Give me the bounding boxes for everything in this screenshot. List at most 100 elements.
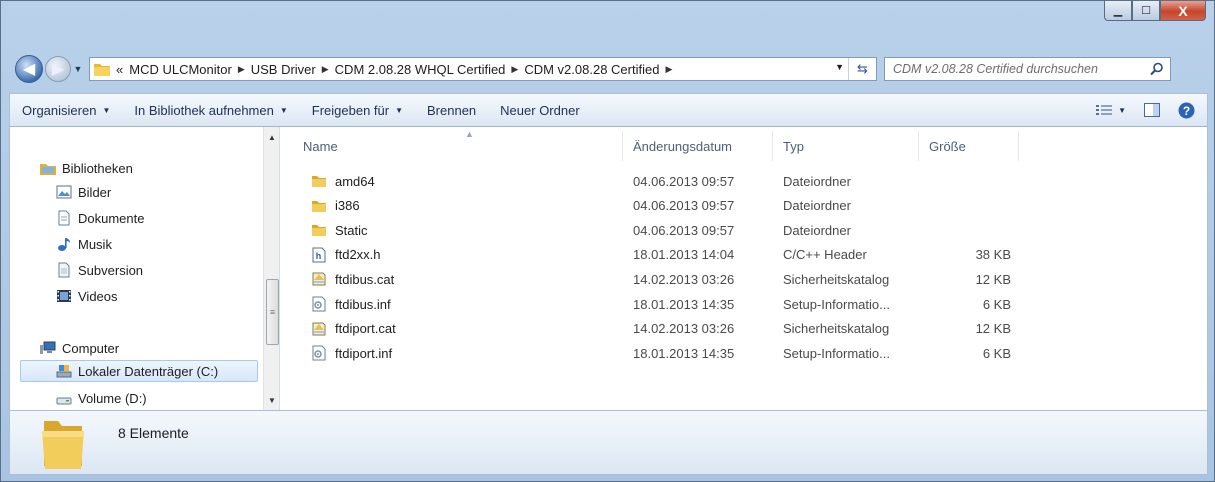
search-icon[interactable] — [1150, 62, 1164, 76]
file-size — [929, 218, 1011, 242]
file-size — [929, 169, 1011, 193]
nav-scrollbar[interactable]: ▲ ≡ ▼ — [263, 127, 279, 410]
close-button[interactable]: X — [1160, 1, 1206, 21]
folder-icon — [311, 198, 327, 214]
file-name-cell: h ftd2xx.h — [311, 243, 381, 267]
breadcrumb-separator-icon[interactable]: ▶ — [511, 64, 518, 75]
recent-pages-dropdown[interactable]: ▼ — [71, 59, 85, 79]
column-header-type[interactable]: Typ — [773, 131, 919, 161]
file-name: ftdiport.cat — [335, 321, 396, 337]
column-label: Typ — [783, 138, 804, 154]
nav-item-computer[interactable]: Computer — [40, 337, 119, 359]
nav-item-videos[interactable]: Videos — [56, 285, 118, 307]
file-list-pane: Name ▲ Änderungsdatum Typ Größe amd64 04.… — [281, 127, 1207, 410]
file-date: 14.02.2013 03:26 — [633, 321, 735, 337]
music-icon — [58, 238, 70, 251]
file-date: 18.01.2013 14:35 — [633, 345, 735, 361]
nav-item-drive-d[interactable]: Volume (D:) — [56, 387, 147, 409]
organize-menu-button[interactable]: Organisieren ▼ — [10, 94, 122, 126]
nav-label: Bilder — [78, 184, 112, 200]
preview-pane-button[interactable] — [1134, 94, 1170, 126]
breadcrumb-separator-icon[interactable]: ▶ — [322, 64, 329, 75]
file-row[interactable]: ftdibus.inf 18.01.2013 14:35 Setup-Informa… — [301, 292, 1021, 316]
nav-item-drive-c[interactable]: Lokaler Datenträger (C:) — [20, 360, 258, 382]
breadcrumb-separator-icon[interactable]: ▶ — [665, 64, 672, 75]
column-header-date[interactable]: Änderungsdatum — [623, 131, 773, 161]
svg-text:?: ? — [1183, 104, 1190, 118]
scroll-down-icon[interactable]: ▼ — [264, 392, 279, 408]
refresh-button[interactable]: ⇆ — [848, 58, 876, 80]
file-name: ftdibus.cat — [335, 271, 395, 287]
folder-icon — [42, 421, 84, 469]
file-date: 14.02.2013 03:26 — [633, 271, 735, 287]
scroll-up-icon[interactable]: ▲ — [264, 129, 279, 145]
share-menu-button[interactable]: Freigeben für ▼ — [300, 94, 415, 126]
nav-item-libraries[interactable]: Bibliotheken — [40, 157, 133, 179]
file-type: C/C++ Header — [783, 247, 867, 263]
close-icon: X — [1178, 2, 1188, 19]
breadcrumb-item[interactable]: USB Driver — [251, 62, 316, 77]
nav-item-dokumente[interactable]: Dokumente — [56, 207, 144, 229]
scrollbar-thumb[interactable]: ≡ — [266, 279, 279, 345]
chevron-down-icon: ▼ — [1118, 105, 1126, 115]
minimize-button[interactable]: ▁ — [1104, 1, 1132, 21]
nav-label: Computer — [62, 340, 120, 356]
breadcrumb-separator-icon[interactable]: ▶ — [238, 64, 245, 75]
include-library-menu-button[interactable]: In Bibliothek aufnehmen ▼ — [122, 94, 299, 126]
maximize-button[interactable]: ☐ — [1132, 1, 1160, 21]
breadcrumb-item[interactable]: MCD ULCMonitor — [129, 62, 232, 77]
back-arrow-icon: ◀ — [22, 61, 36, 78]
nav-item-bilder[interactable]: Bilder — [56, 181, 111, 203]
title-bar: ▁ ☐ X — [1, 1, 1214, 45]
file-row[interactable]: ftdibus.cat 14.02.2013 03:26 Sicherheitska… — [301, 267, 1021, 291]
preview-pane-icon — [1144, 103, 1160, 117]
file-row[interactable]: Static 04.06.2013 09:57 Dateiordner — [301, 218, 1021, 242]
header-file-icon: h — [311, 247, 327, 263]
address-history-dropdown-icon[interactable]: ▼ — [835, 62, 844, 72]
back-button[interactable]: ◀ — [15, 55, 43, 83]
view-controls: ▼ ? — [1088, 94, 1207, 126]
breadcrumb-overflow[interactable]: « — [116, 62, 123, 77]
file-size — [929, 194, 1011, 218]
file-row[interactable]: i386 04.06.2013 09:57 Dateiordner — [301, 194, 1021, 218]
videos-icon — [57, 290, 71, 302]
file-date: 18.01.2013 14:04 — [633, 247, 735, 263]
new-folder-button[interactable]: Neuer Ordner — [488, 94, 591, 126]
chevron-down-icon: ▼ — [73, 64, 83, 74]
system-drive-icon — [56, 365, 72, 378]
file-type: Sicherheitskatalog — [783, 321, 890, 337]
column-header-name[interactable]: Name ▲ — [293, 129, 623, 161]
help-button[interactable]: ? — [1170, 94, 1207, 126]
file-row[interactable]: h ftd2xx.h 18.01.2013 14:04 C/C++ Header 38 … — [301, 243, 1021, 267]
file-row[interactable]: ftdiport.cat 14.02.2013 03:26 Sicherheitsk… — [301, 317, 1021, 341]
file-type: Setup-Informatio... — [783, 296, 890, 312]
computer-icon — [40, 341, 56, 354]
breadcrumb-item[interactable]: CDM v2.08.28 Certified — [524, 62, 659, 77]
file-row[interactable]: amd64 04.06.2013 09:57 Dateiordner — [301, 169, 1021, 193]
address-bar[interactable]: « MCD ULCMonitor ▶ USB Driver ▶ CDM 2.08… — [89, 57, 877, 81]
new-folder-label: Neuer Ordner — [500, 102, 580, 118]
change-view-button[interactable]: ▼ — [1088, 94, 1134, 126]
column-label: Änderungsdatum — [633, 138, 733, 154]
file-type: Setup-Informatio... — [783, 345, 890, 361]
file-name: amd64 — [335, 173, 375, 189]
file-row[interactable]: ftdiport.inf 18.01.2013 14:35 Setup-Inform… — [301, 341, 1021, 365]
file-name-cell: ftdibus.inf — [311, 292, 391, 316]
nav-label: Lokaler Datenträger (C:) — [78, 363, 219, 379]
organize-label: Organisieren — [22, 102, 97, 118]
burn-button[interactable]: Brennen — [415, 94, 488, 126]
column-header-size[interactable]: Größe — [919, 131, 1019, 161]
nav-item-musik[interactable]: Musik — [56, 233, 112, 255]
file-type: Dateiordner — [783, 198, 851, 214]
column-label: Name — [303, 138, 338, 154]
maximize-icon: ☐ — [1141, 5, 1151, 17]
breadcrumb-item[interactable]: CDM 2.08.28 WHQL Certified — [335, 62, 506, 77]
search-input[interactable]: CDM v2.08.28 Certified durchsuchen — [884, 57, 1171, 81]
file-name-cell: i386 — [311, 194, 360, 218]
nav-label: Dokumente — [78, 210, 145, 226]
forward-button[interactable]: ▶ — [45, 56, 71, 82]
content-area: Bibliotheken Bilder Dokumente Musik Subv… — [9, 127, 1208, 410]
nav-label: Musik — [78, 236, 112, 252]
nav-item-subversion[interactable]: Subversion — [56, 259, 143, 281]
item-count: 8 Elemente — [118, 425, 189, 441]
